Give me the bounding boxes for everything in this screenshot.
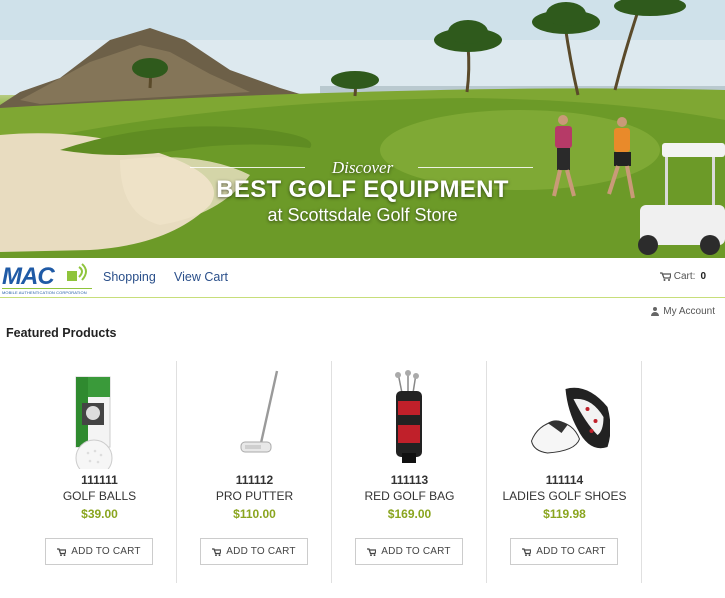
add-to-cart-button[interactable]: ADD TO CART xyxy=(510,538,618,565)
product-name[interactable]: GOLF BALLS xyxy=(22,489,177,503)
product-price: $169.00 xyxy=(387,507,432,521)
product-card: 111112 PRO PUTTER $110.00 ADD TO CART xyxy=(177,361,332,583)
cart-indicator[interactable]: Cart: 0 xyxy=(659,271,706,282)
top-nav: MAC MOBILE AUTHENTICATION CORPORATION Sh… xyxy=(0,258,725,298)
hero-subline: at Scottsdale Golf Store xyxy=(267,205,458,225)
logo-tagline: MOBILE AUTHENTICATION CORPORATION xyxy=(2,290,87,295)
product-sku: 111113 xyxy=(390,473,429,487)
product-sku: 111112 xyxy=(235,473,274,487)
add-to-cart-button[interactable]: ADD TO CART xyxy=(200,538,308,565)
product-card: 111113 RED GOLF BAG $169.00 ADD TO CART xyxy=(332,361,487,583)
nav-link-shopping[interactable]: Shopping xyxy=(103,270,156,284)
product-price: $39.00 xyxy=(81,507,118,521)
product-price: $110.00 xyxy=(233,507,276,521)
cart-icon xyxy=(659,272,671,281)
product-name[interactable]: PRO PUTTER xyxy=(177,489,332,503)
product-card: 111111 GOLF BALLS $39.00 ADD TO CART xyxy=(22,361,177,583)
hero-banner: Discover BEST GOLF EQUIPMENT at Scottsda… xyxy=(0,0,725,258)
golf-shoes-image[interactable] xyxy=(520,369,610,469)
featured-products-heading: Featured Products xyxy=(6,326,117,340)
user-icon xyxy=(651,307,660,316)
golf-balls-image[interactable] xyxy=(62,369,137,469)
add-to-cart-button[interactable]: ADD TO CART xyxy=(45,538,153,565)
my-account-link[interactable]: My Account xyxy=(651,306,715,317)
cart-icon xyxy=(367,547,377,556)
golf-bag-image[interactable] xyxy=(372,369,447,469)
mac-logo[interactable]: MAC MOBILE AUTHENTICATION CORPORATION xyxy=(2,261,94,296)
cart-icon xyxy=(522,547,532,556)
cart-label: Cart: xyxy=(673,271,696,282)
add-to-cart-label: ADD TO CART xyxy=(536,546,606,557)
logo-underline xyxy=(2,288,92,289)
add-to-cart-label: ADD TO CART xyxy=(381,546,451,557)
product-grid: 111111 GOLF BALLS $39.00 ADD TO CART 111… xyxy=(22,361,642,583)
add-to-cart-label: ADD TO CART xyxy=(71,546,141,557)
product-price: $119.98 xyxy=(543,507,586,521)
product-name[interactable]: RED GOLF BAG xyxy=(332,489,487,503)
cart-icon xyxy=(212,547,222,556)
cart-icon xyxy=(57,547,67,556)
hero-headline: BEST GOLF EQUIPMENT xyxy=(216,176,509,203)
add-to-cart-label: ADD TO CART xyxy=(226,546,296,557)
cart-count: 0 xyxy=(700,271,706,282)
product-name[interactable]: LADIES GOLF SHOES xyxy=(487,489,642,503)
product-sku: 111111 xyxy=(81,473,118,487)
add-to-cart-button[interactable]: ADD TO CART xyxy=(355,538,463,565)
product-card: 111114 LADIES GOLF SHOES $119.98 ADD TO … xyxy=(487,361,642,583)
putter-image[interactable] xyxy=(217,369,292,469)
product-sku: 111114 xyxy=(545,473,584,487)
signal-icon xyxy=(67,263,87,281)
nav-link-view-cart[interactable]: View Cart xyxy=(174,270,228,284)
logo-wordmark: MAC xyxy=(2,263,55,290)
hero-discover-text: Discover xyxy=(331,158,394,177)
my-account-label: My Account xyxy=(663,306,715,317)
